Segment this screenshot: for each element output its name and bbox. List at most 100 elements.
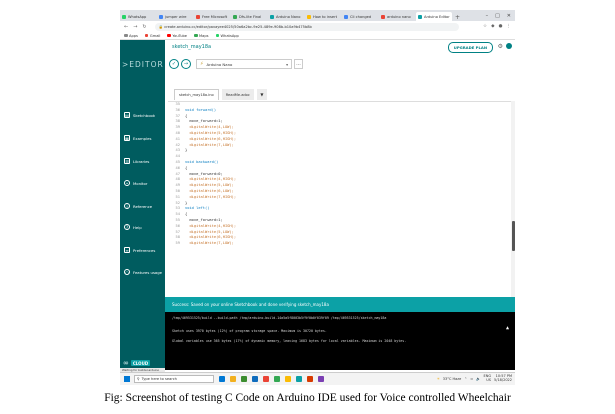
sidebar-item-features-usage[interactable]: ○ Features usage xyxy=(124,269,162,275)
code-text: } xyxy=(185,200,188,205)
tab-label: jumper wire xyxy=(165,14,187,19)
taskbar-app-icon[interactable] xyxy=(230,376,236,382)
taskbar-app-icon[interactable] xyxy=(318,376,324,382)
taskbar-app-icon[interactable] xyxy=(263,376,269,382)
taskbar-app-icon[interactable] xyxy=(219,376,225,382)
tab-label: Free Microsoft xyxy=(202,14,228,19)
browser-tab-strip: WhatsApp jumper wire Free Microsoft Dfs-… xyxy=(120,10,515,21)
browser-tab[interactable]: Free Microsoft xyxy=(194,12,230,21)
menu-icon[interactable]: ⋮ xyxy=(507,24,512,29)
sidebar-item-monitor[interactable]: • Monitor xyxy=(124,180,147,186)
code-editor[interactable]: 35 36 void forward() 37{38 move_forward=1; 3… xyxy=(168,101,511,298)
board-selector[interactable]: ⚡ Arduino Nano ▾ xyxy=(196,59,292,69)
preferences-icon: ≡ xyxy=(124,247,130,253)
clock[interactable]: 10:57 PM 5/18/2022 xyxy=(494,374,512,383)
board-name: Arduino Nano xyxy=(206,61,233,67)
back-icon[interactable]: ← xyxy=(124,24,128,30)
scrollbar-thumb[interactable] xyxy=(511,221,515,251)
url-input[interactable]: 🔒 create.arduino.cc/editor/pavayee4025/5… xyxy=(154,22,459,31)
taskbar-app-icon[interactable] xyxy=(285,376,291,382)
star-icon[interactable]: ☆ xyxy=(483,24,487,29)
upload-button[interactable]: → xyxy=(181,59,191,69)
windows-taskbar: ⚲ Type here to search ☀ 33°C Haze ⌃ ≈ 🔈 E… xyxy=(120,372,515,385)
search-icon: ⚲ xyxy=(137,377,140,381)
tab-readme-file[interactable]: ReadMe.adoc xyxy=(221,89,254,100)
sidebar-item-label: Libraries xyxy=(133,158,150,164)
tab-label: Arduino Editor xyxy=(424,14,450,19)
code-text: digitalWrite(6,LOW); xyxy=(185,188,234,193)
cloud-label: CLOUD xyxy=(130,360,151,366)
bookmark-item[interactable]: WhatsApp xyxy=(215,34,239,38)
checkmark-icon: ✓ xyxy=(171,61,177,67)
browser-tab[interactable]: Cli changed xyxy=(342,12,378,21)
language-indicator[interactable]: ENG US xyxy=(484,374,492,383)
gear-icon[interactable]: ⚙ xyxy=(498,43,503,50)
tab-label: Cli changed xyxy=(350,14,372,19)
extension-icon[interactable]: ◆ xyxy=(491,24,494,29)
tabs-menu-button[interactable]: ▼ xyxy=(256,89,267,100)
browser-tab-active[interactable]: Arduino Editor xyxy=(416,12,452,21)
tab-favicon-icon xyxy=(344,14,348,19)
more-options-button[interactable]: ... xyxy=(294,59,303,69)
tab-sketch-file[interactable]: sketch_may18a.ino xyxy=(174,89,219,100)
upgrade-plan-button[interactable]: UPGRADE PLAN xyxy=(447,42,493,53)
editor-main: sketch_may18a UPGRADE PLAN ⚙ ✓ → ⚡ Ardui… xyxy=(165,40,515,370)
volume-icon[interactable]: 🔈 xyxy=(476,377,480,381)
system-tray: ☀ 33°C Haze ⌃ ≈ 🔈 ENG US 10:57 PM 5/18/202… xyxy=(437,374,515,383)
browser-tab[interactable]: How to insert xyxy=(305,12,341,21)
status-banner: Success: Saved on your online Sketchbook… xyxy=(165,297,515,312)
taskbar-app-icon[interactable] xyxy=(307,376,313,382)
close-icon[interactable]: ✕ xyxy=(507,12,511,21)
forward-icon[interactable]: → xyxy=(133,24,137,30)
code-text: { xyxy=(185,165,188,170)
taskbar-app-icon[interactable] xyxy=(296,376,302,382)
new-tab-button[interactable]: + xyxy=(455,14,460,21)
bookmark-item[interactable]: Gmail xyxy=(144,34,160,38)
code-text: void forward() xyxy=(185,107,217,112)
sidebar-item-examples[interactable]: ▦ Examples xyxy=(124,135,151,141)
browser-tab[interactable]: Arduino Nano xyxy=(268,12,304,21)
verify-button[interactable]: ✓ xyxy=(169,59,179,69)
maximize-icon[interactable]: □ xyxy=(495,12,500,21)
avatar[interactable] xyxy=(506,43,512,49)
taskbar-app-icon[interactable] xyxy=(274,376,280,382)
taskbar-search-input[interactable]: ⚲ Type here to search xyxy=(134,375,214,383)
url-text: create.arduino.cc/editor/pavayee4025/50a… xyxy=(164,24,312,29)
sidebar-item-sketchbook[interactable]: ▤ Sketchbook xyxy=(124,112,155,118)
code-text: { xyxy=(185,212,188,217)
usb-icon: ⚡ xyxy=(200,61,204,67)
tab-label: Dfs-lite Final xyxy=(239,14,262,19)
editor-sidebar: >EDITOR ▤ Sketchbook ▦ Examples ☰ Libraries… xyxy=(120,40,165,370)
weather-text: 33°C Haze xyxy=(442,377,462,381)
windows-start-icon[interactable] xyxy=(124,376,130,382)
clock-date: 5/18/2022 xyxy=(494,378,512,382)
bookmark-item[interactable]: YouTube xyxy=(167,34,187,38)
taskbar-app-icon[interactable] xyxy=(241,376,247,382)
console-expand-icon[interactable]: ▲ xyxy=(506,325,509,331)
taskbar-app-icon[interactable] xyxy=(252,376,258,382)
code-text: digitalWrite(5,LOW); xyxy=(185,183,234,188)
bookmark-item[interactable]: Apps xyxy=(124,34,138,38)
browser-tab[interactable]: arduino nano xyxy=(379,12,415,21)
tab-favicon-icon xyxy=(381,14,385,19)
sidebar-item-help[interactable]: ? Help xyxy=(124,224,142,230)
editor-scrollbar[interactable] xyxy=(511,101,515,297)
minimize-icon[interactable]: – xyxy=(486,12,489,21)
bookmark-item[interactable]: Maps xyxy=(194,34,209,38)
browser-tab[interactable]: jumper wire xyxy=(157,12,193,21)
wifi-icon[interactable]: ≈ xyxy=(470,377,473,381)
browser-tab[interactable]: Dfs-lite Final xyxy=(231,12,267,21)
sidebar-item-label: Monitor xyxy=(133,180,148,186)
code-text: digitalWrite(7,HIGH); xyxy=(185,194,237,199)
chevron-up-icon[interactable]: ⌃ xyxy=(464,377,467,381)
reload-icon[interactable]: ↻ xyxy=(142,24,146,30)
browser-tab[interactable]: WhatsApp xyxy=(120,12,156,21)
profile-icon[interactable]: ● xyxy=(499,24,503,29)
sidebar-item-reference[interactable]: i Reference xyxy=(124,203,152,209)
sidebar-item-preferences[interactable]: ≡ Preferences xyxy=(124,247,155,253)
tab-label: How to insert xyxy=(313,14,337,19)
code-text: void left() xyxy=(185,206,210,211)
sketch-title[interactable]: sketch_may18a xyxy=(172,44,211,50)
sidebar-item-label: Reference xyxy=(133,203,153,209)
sidebar-item-libraries[interactable]: ☰ Libraries xyxy=(124,158,149,164)
